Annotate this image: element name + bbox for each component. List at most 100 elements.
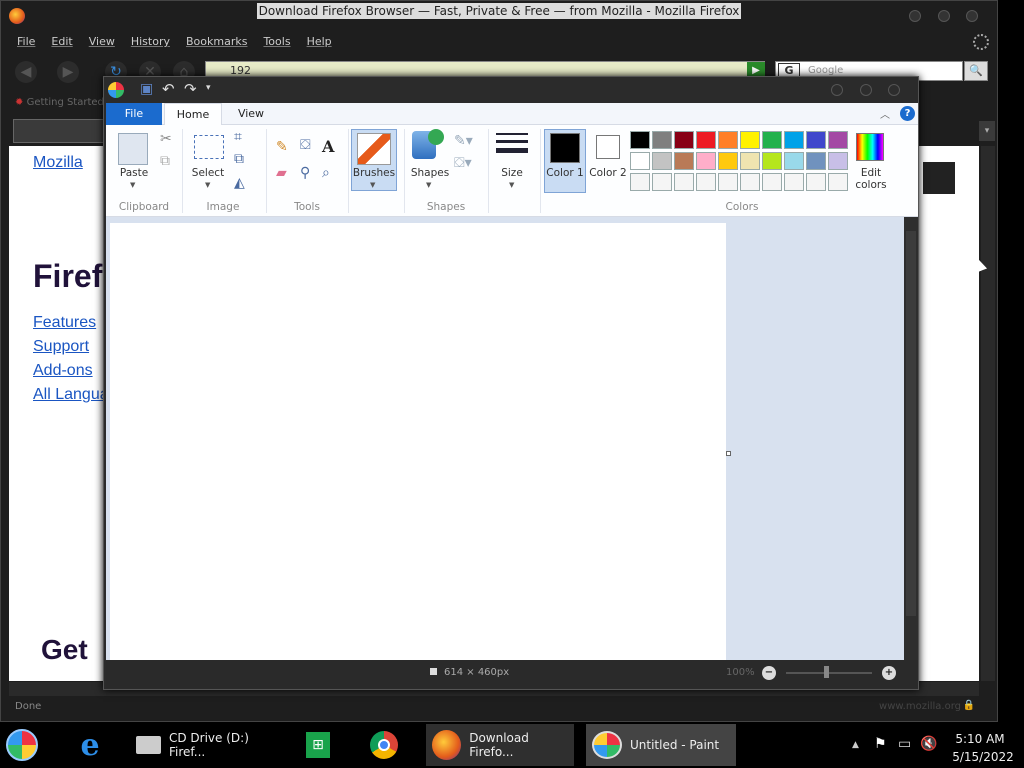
palette-swatch[interactable] xyxy=(806,152,826,170)
palette-swatch[interactable] xyxy=(762,173,782,191)
palette-swatch[interactable] xyxy=(652,152,672,170)
addons-link[interactable]: Add-ons xyxy=(33,362,93,380)
pencil-icon[interactable]: ✎ xyxy=(276,139,288,155)
help-icon[interactable]: ? xyxy=(900,106,915,121)
palette-swatch[interactable] xyxy=(652,173,672,191)
palette-swatch[interactable] xyxy=(784,152,804,170)
palette-swatch[interactable] xyxy=(784,131,804,149)
palette-swatch[interactable] xyxy=(762,131,782,149)
palette-swatch[interactable] xyxy=(740,173,760,191)
bookmark-getting-started[interactable]: ✹ Getting Started xyxy=(15,97,104,108)
crop-icon[interactable]: ⌗ xyxy=(234,129,242,145)
scroll-thumb[interactable] xyxy=(906,231,916,616)
palette-swatch[interactable] xyxy=(630,152,650,170)
customize-chevron-icon[interactable]: ▾ xyxy=(206,83,211,93)
tab-list-button[interactable]: ▾ xyxy=(979,121,995,141)
palette-swatch[interactable] xyxy=(696,131,716,149)
edit-colors-icon[interactable] xyxy=(856,133,884,161)
store-taskbar-button[interactable]: ⊞ xyxy=(298,724,338,766)
edit-colors-button[interactable]: Edit colors xyxy=(846,167,896,191)
save-icon[interactable]: ▣ xyxy=(140,81,153,97)
support-link[interactable]: Support xyxy=(33,338,89,356)
palette-swatch[interactable] xyxy=(718,173,738,191)
eraser-icon[interactable]: ▰ xyxy=(276,165,287,181)
drawing-canvas[interactable] xyxy=(110,223,726,660)
paint-taskbar-button[interactable]: Untitled - Paint xyxy=(586,724,736,766)
color2-swatch[interactable] xyxy=(596,135,620,159)
copy-icon[interactable]: ⧉ xyxy=(160,153,170,169)
outline-icon[interactable]: ✎▾ xyxy=(454,133,473,149)
color-picker-icon[interactable]: ⚲ xyxy=(300,165,310,181)
fill-icon[interactable]: ⛋▾ xyxy=(454,155,472,171)
palette-swatch[interactable] xyxy=(718,152,738,170)
select-button[interactable]: Select xyxy=(188,167,228,179)
size-button[interactable]: Size xyxy=(492,167,532,179)
undo-icon[interactable]: ↶ xyxy=(162,80,175,98)
network-icon[interactable]: ▭ xyxy=(898,736,911,752)
palette-swatch[interactable] xyxy=(696,173,716,191)
back-button[interactable]: ◀ xyxy=(15,61,37,83)
menu-block[interactable] xyxy=(923,162,955,194)
paint-maximize-button[interactable] xyxy=(860,84,872,96)
paste-button[interactable]: Paste xyxy=(114,167,154,179)
ie-taskbar-button[interactable]: e xyxy=(70,724,110,766)
show-hidden-icons-icon[interactable]: ▲ xyxy=(852,740,859,750)
mozilla-link[interactable]: Mozilla xyxy=(33,154,83,172)
menu-file[interactable]: File xyxy=(9,33,43,51)
text-tool-icon[interactable]: A xyxy=(322,137,334,156)
menu-history[interactable]: History xyxy=(123,33,178,51)
zoom-slider[interactable] xyxy=(786,672,872,674)
tab-view[interactable]: View xyxy=(226,103,276,125)
fill-bucket-icon[interactable]: ⛋ xyxy=(300,137,311,153)
zoom-out-button[interactable]: − xyxy=(762,666,776,680)
palette-swatch[interactable] xyxy=(674,131,694,149)
paint-close-button[interactable] xyxy=(888,84,900,96)
clock-time[interactable]: 5:10 AM xyxy=(948,732,1012,746)
search-button[interactable]: 🔍 xyxy=(964,61,988,81)
clock-date[interactable]: 5/15/2022 xyxy=(948,750,1018,764)
vertical-scrollbar[interactable] xyxy=(981,146,995,681)
volume-muted-icon[interactable]: 🔇 xyxy=(920,736,937,752)
menu-tools[interactable]: Tools xyxy=(255,33,298,51)
flag-icon[interactable]: ⚑ xyxy=(874,736,887,752)
palette-swatch[interactable] xyxy=(652,131,672,149)
select-icon[interactable] xyxy=(194,135,224,159)
chrome-taskbar-button[interactable] xyxy=(364,724,404,766)
gear-icon[interactable] xyxy=(973,34,989,50)
paint-minimize-button[interactable] xyxy=(831,84,843,96)
start-button[interactable] xyxy=(6,724,50,766)
palette-swatch[interactable] xyxy=(630,173,650,191)
menu-view[interactable]: View xyxy=(81,33,123,51)
palette-swatch[interactable] xyxy=(806,131,826,149)
collapse-ribbon-icon[interactable]: ︿ xyxy=(880,106,890,121)
maximize-button[interactable] xyxy=(938,10,950,22)
palette-swatch[interactable] xyxy=(740,131,760,149)
zoom-slider-thumb[interactable] xyxy=(824,666,829,678)
redo-icon[interactable]: ↷ xyxy=(184,80,197,98)
clipboard-icon[interactable] xyxy=(118,133,148,165)
palette-swatch[interactable] xyxy=(718,131,738,149)
canvas-vertical-scrollbar[interactable] xyxy=(904,217,918,660)
forward-button[interactable]: ▶ xyxy=(57,61,79,83)
palette-swatch[interactable] xyxy=(674,173,694,191)
tab-home[interactable]: Home xyxy=(164,103,222,126)
cd-drive-taskbar-button[interactable]: CD Drive (D:) Firef... xyxy=(128,724,276,766)
resize-handle[interactable] xyxy=(726,451,731,456)
palette-swatch[interactable] xyxy=(696,152,716,170)
cut-icon[interactable]: ✂ xyxy=(160,131,172,147)
magnifier-icon[interactable]: ⌕ xyxy=(322,165,330,181)
palette-swatch[interactable] xyxy=(828,173,848,191)
firefox-taskbar-button[interactable]: Download Firefo... xyxy=(426,724,574,766)
palette-swatch[interactable] xyxy=(784,173,804,191)
palette-swatch[interactable] xyxy=(828,152,848,170)
languages-link[interactable]: All Langua xyxy=(33,386,109,404)
menu-help[interactable]: Help xyxy=(299,33,340,51)
tab-file[interactable]: File xyxy=(106,103,162,125)
minimize-button[interactable] xyxy=(909,10,921,22)
paint-logo-icon[interactable] xyxy=(108,82,124,98)
palette-swatch[interactable] xyxy=(762,152,782,170)
palette-swatch[interactable] xyxy=(828,131,848,149)
palette-swatch[interactable] xyxy=(630,131,650,149)
palette-swatch[interactable] xyxy=(674,152,694,170)
zoom-in-button[interactable]: + xyxy=(882,666,896,680)
